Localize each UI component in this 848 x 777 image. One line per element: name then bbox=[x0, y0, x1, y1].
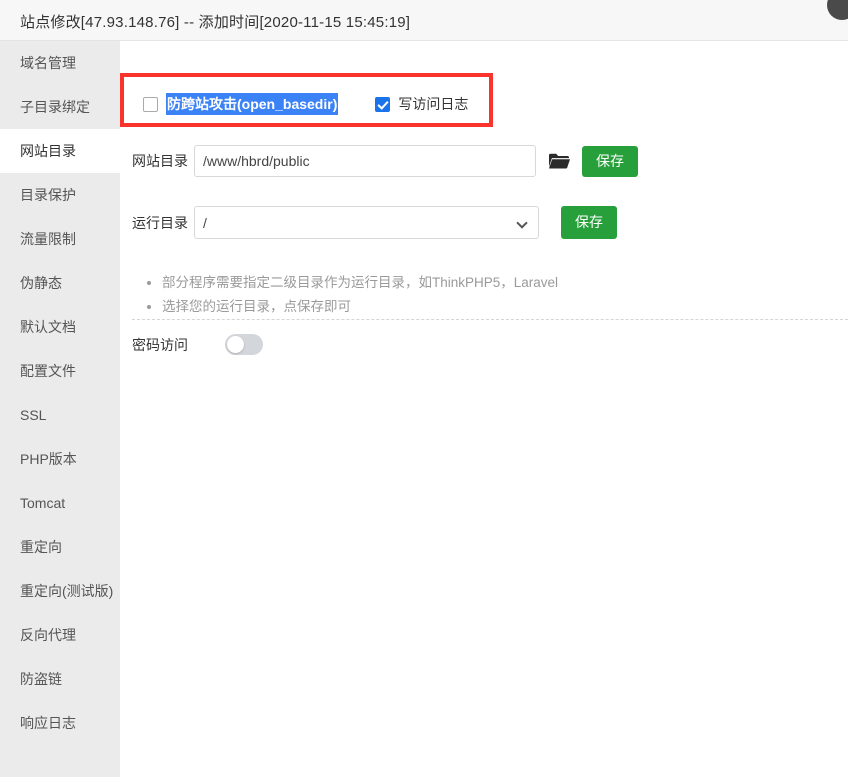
sidebar-item-label: Tomcat bbox=[20, 495, 66, 511]
password-access-row: 密码访问 bbox=[132, 334, 263, 355]
sidebar-item-default-document[interactable]: 默认文档 bbox=[0, 305, 120, 349]
site-directory-row: 网站目录 保存 bbox=[132, 145, 638, 177]
chevron-down-icon bbox=[516, 217, 528, 229]
sidebar-item-response-log[interactable]: 响应日志 bbox=[0, 701, 120, 745]
sidebar-item-domain-management[interactable]: 域名管理 bbox=[0, 41, 120, 85]
site-edit-window: 站点修改[47.93.148.76] -- 添加时间[2020-11-15 15… bbox=[0, 0, 848, 777]
sidebar-item-traffic-limit[interactable]: 流量限制 bbox=[0, 217, 120, 261]
run-directory-save-button[interactable]: 保存 bbox=[561, 206, 617, 239]
hint-list: 部分程序需要指定二级目录作为运行目录，如ThinkPHP5，Laravel 选择… bbox=[146, 271, 558, 319]
ghost-text bbox=[280, 49, 284, 64]
sidebar-item-site-directory[interactable]: 网站目录 bbox=[0, 129, 120, 173]
toggle-knob bbox=[227, 336, 244, 353]
password-access-toggle[interactable] bbox=[225, 334, 263, 355]
sidebar-item-label: SSL bbox=[20, 407, 47, 423]
annotation-box: 防跨站攻击(open_basedir) 写访问日志 bbox=[120, 73, 493, 127]
site-directory-input[interactable] bbox=[194, 145, 536, 177]
password-access-label: 密码访问 bbox=[132, 336, 188, 353]
page-title: 站点修改[47.93.148.76] -- 添加时间[2020-11-15 15… bbox=[20, 14, 411, 31]
anti-crosssite-checkbox[interactable] bbox=[143, 96, 158, 112]
run-directory-select[interactable]: / bbox=[194, 206, 539, 239]
options-checkbox-row: 防跨站攻击(open_basedir) 写访问日志 bbox=[128, 81, 468, 127]
access-log-checkbox[interactable] bbox=[375, 96, 391, 112]
sidebar-item-ssl[interactable]: SSL bbox=[0, 393, 120, 437]
sidebar-item-label: PHP版本 bbox=[20, 451, 77, 467]
hint-item: 部分程序需要指定二级目录作为运行目录，如ThinkPHP5，Laravel bbox=[162, 271, 558, 295]
window-titlebar: 站点修改[47.93.148.76] -- 添加时间[2020-11-15 15… bbox=[0, 0, 848, 41]
sidebar-item-redirect-beta[interactable]: 重定向(测试版) bbox=[0, 569, 120, 613]
section-divider bbox=[132, 319, 848, 320]
sidebar-item-subdirectory-binding[interactable]: 子目录绑定 bbox=[0, 85, 120, 129]
sidebar-item-label: 域名管理 bbox=[20, 55, 76, 71]
sidebar-item-tomcat[interactable]: Tomcat bbox=[0, 481, 120, 525]
sidebar-item-label: 网站目录 bbox=[20, 143, 76, 159]
run-directory-row: 运行目录 / 保存 bbox=[132, 206, 617, 239]
anti-crosssite-label[interactable]: 防跨站攻击(open_basedir) bbox=[166, 93, 339, 115]
hint-item: 选择您的运行目录，点保存即可 bbox=[162, 295, 558, 319]
site-directory-save-button[interactable]: 保存 bbox=[582, 145, 638, 177]
option-access-log[interactable]: 写访问日志 bbox=[375, 94, 468, 114]
sidebar-item-label: 配置文件 bbox=[20, 363, 76, 379]
site-directory-panel: 防跨站攻击(open_basedir) 写访问日志 网站目录 保存 bbox=[120, 41, 848, 777]
sidebar-item-label: 默认文档 bbox=[20, 319, 76, 335]
sidebar-item-directory-protection[interactable]: 目录保护 bbox=[0, 173, 120, 217]
sidebar-item-anti-leech[interactable]: 防盗链 bbox=[0, 657, 120, 701]
sidebar-item-php-version[interactable]: PHP版本 bbox=[0, 437, 120, 481]
settings-sidebar: 域名管理 子目录绑定 网站目录 目录保护 流量限制 伪静态 默认文档 配置文件 … bbox=[0, 41, 120, 777]
sidebar-item-label: 响应日志 bbox=[20, 715, 76, 731]
sidebar-item-label: 重定向(测试版) bbox=[20, 583, 114, 599]
folder-icon[interactable] bbox=[548, 150, 570, 172]
sidebar-item-pseudo-static[interactable]: 伪静态 bbox=[0, 261, 120, 305]
sidebar-item-label: 流量限制 bbox=[20, 231, 76, 247]
access-log-label[interactable]: 写访问日志 bbox=[398, 94, 468, 114]
sidebar-item-redirect[interactable]: 重定向 bbox=[0, 525, 120, 569]
corner-badge-icon bbox=[827, 0, 848, 20]
sidebar-item-config-file[interactable]: 配置文件 bbox=[0, 349, 120, 393]
site-directory-label: 网站目录 bbox=[132, 153, 188, 169]
sidebar-item-label: 重定向 bbox=[20, 539, 62, 555]
run-directory-label: 运行目录 bbox=[132, 214, 188, 231]
run-directory-value: / bbox=[203, 214, 207, 231]
sidebar-item-reverse-proxy[interactable]: 反向代理 bbox=[0, 613, 120, 657]
sidebar-item-label: 伪静态 bbox=[20, 275, 62, 291]
sidebar-item-label: 反向代理 bbox=[20, 627, 76, 643]
sidebar-item-label: 子目录绑定 bbox=[20, 99, 90, 115]
sidebar-item-label: 目录保护 bbox=[20, 187, 76, 203]
option-anti-crosssite[interactable]: 防跨站攻击(open_basedir) bbox=[143, 93, 339, 115]
sidebar-item-label: 防盗链 bbox=[20, 671, 62, 687]
